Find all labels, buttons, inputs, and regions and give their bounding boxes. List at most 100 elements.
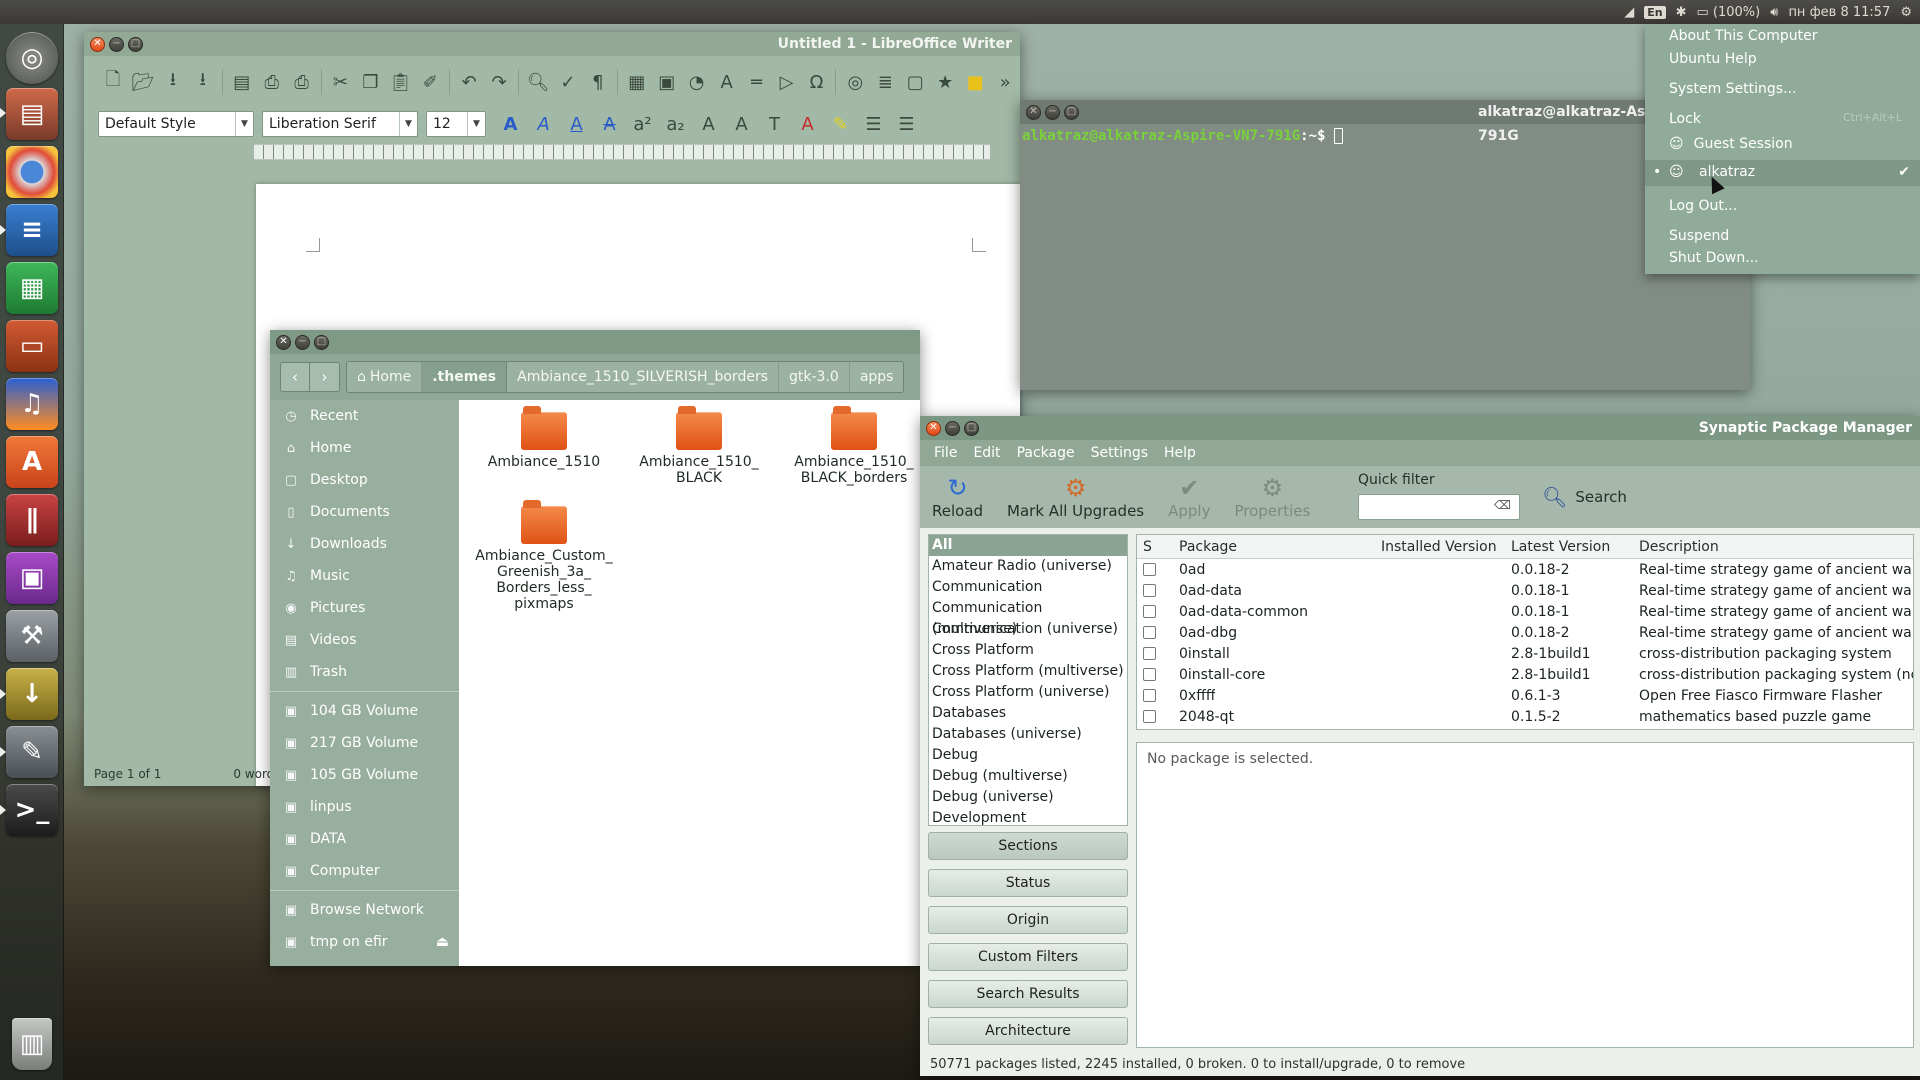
maximize-button[interactable]: □ — [1064, 104, 1079, 120]
mark-all-upgrades-button[interactable]: ⚙ Mark All Upgrades — [995, 466, 1156, 528]
package-checkbox[interactable] — [1143, 584, 1156, 597]
package-checkbox[interactable] — [1143, 563, 1156, 576]
insert-textbox-icon[interactable]: A — [712, 67, 742, 97]
menu-item-alkatraz[interactable]: • ☺ alkatraz ✔ — [1645, 160, 1920, 186]
table-row[interactable]: 2048-qt 0.1.5-2 mathematics based puzzle g… — [1137, 706, 1913, 727]
folder-item[interactable]: Ambiance_1510_ BLACK — [624, 406, 774, 486]
back-button[interactable]: ‹ — [280, 362, 310, 392]
section-item[interactable]: Cross Platform — [929, 640, 1127, 661]
quick-filter-input[interactable]: ⌫ — [1358, 494, 1520, 520]
archive-icon[interactable]: ↓ — [6, 668, 58, 720]
section-item[interactable]: Amateur Radio (universe) — [929, 556, 1127, 577]
menu-item-help[interactable]: Ubuntu Help — [1669, 51, 1757, 67]
save-icon[interactable]: ⭳ — [158, 67, 188, 97]
cut-icon[interactable]: ✂ — [325, 67, 355, 97]
mixer-icon[interactable]: ∥ — [6, 494, 58, 546]
insert-chart-icon[interactable]: ◔ — [682, 67, 712, 97]
italic-icon[interactable]: A — [527, 109, 560, 139]
sidebar-item-data[interactable]: ▣ DATA — [270, 823, 459, 855]
print-icon[interactable]: ⎙ — [257, 67, 287, 97]
section-item[interactable]: All — [929, 535, 1127, 556]
column-latest-version[interactable]: Latest Version — [1511, 539, 1610, 555]
chevron-down-icon[interactable]: ▼ — [467, 112, 485, 136]
system-tools-icon[interactable]: ⚒ — [6, 610, 58, 662]
close-button[interactable]: ✕ — [276, 334, 291, 350]
filter-sections-button[interactable]: Sections — [928, 832, 1128, 860]
table-row[interactable]: 0ad-data 0.0.18-1 Real-time strategy game … — [1137, 580, 1913, 601]
filter-custom-button[interactable]: Custom Filters — [928, 943, 1128, 971]
chevron-down-icon[interactable]: ▼ — [235, 112, 253, 136]
table-row[interactable]: 0ad-data-common 0.0.18-1 Real-time strateg… — [1137, 601, 1913, 622]
terminal-icon[interactable]: >_ — [6, 784, 58, 836]
paragraph-style-combo[interactable]: Default Style ▼ — [98, 111, 254, 137]
column-status[interactable]: S — [1143, 539, 1152, 555]
breadcrumb-themes[interactable]: .themes — [422, 362, 508, 392]
undo-icon[interactable]: ↶ — [454, 67, 484, 97]
text-editor-icon[interactable]: ✎ — [6, 726, 58, 778]
chevron-down-icon[interactable]: ▼ — [399, 112, 417, 136]
table-row[interactable]: 0install 2.8-1build1 cross-distribution pa… — [1137, 643, 1913, 664]
minimize-button[interactable]: − — [295, 334, 310, 350]
insert-image-icon[interactable]: ▣ — [652, 67, 682, 97]
maximize-button[interactable]: □ — [128, 36, 143, 52]
keyboard-layout-indicator[interactable]: En — [1644, 5, 1666, 19]
impress-icon[interactable]: ▭ — [6, 320, 58, 372]
sidebar-item-pictures[interactable]: ◉ Pictures — [270, 592, 459, 624]
open-icon[interactable]: 📂︎ — [128, 67, 158, 97]
insert-table-icon[interactable]: ▦ — [622, 67, 652, 97]
find-replace-icon[interactable]: 🔍︎ — [523, 67, 553, 97]
menu-item-about[interactable]: About This Computer — [1669, 28, 1818, 44]
writer-titlebar[interactable]: ✕ − □ Untitled 1 - LibreOffice Writer — [84, 32, 1020, 56]
package-checkbox[interactable] — [1143, 668, 1156, 681]
terminal-titlebar[interactable]: ✕ − □ alkatraz@alkatraz-Aspire-VN7-791G — [1020, 100, 1750, 144]
volume-icon[interactable]: 🔊︎ — [1770, 5, 1778, 20]
new-document-icon[interactable]: 🗋︎ — [98, 67, 128, 97]
print-preview-icon[interactable]: ⎙ — [287, 67, 317, 97]
insert-field-icon[interactable]: ▷ — [772, 67, 802, 97]
synaptic-titlebar[interactable]: ✕ − □ Synaptic Package Manager — [920, 416, 1920, 440]
folder-item[interactable]: Ambiance_Custom_ Greenish_3a_ Borders_le… — [469, 500, 619, 612]
dash-home-icon[interactable]: ◎ — [6, 32, 58, 84]
forward-button[interactable]: › — [310, 362, 340, 392]
files-titlebar[interactable]: ✕ − □ — [270, 330, 920, 354]
bullets-icon[interactable]: ☰ — [857, 109, 890, 139]
menu-edit[interactable]: Edit — [967, 445, 1006, 461]
breadcrumb-gtk[interactable]: gtk-3.0 — [779, 362, 850, 392]
close-button[interactable]: ✕ — [1026, 104, 1041, 120]
wifi-icon[interactable]: ◢ — [1624, 5, 1634, 20]
font-name-combo[interactable]: Liberation Serif ▼ — [262, 111, 418, 137]
software-center-icon[interactable]: A — [6, 436, 58, 488]
sidebar-item-downloads[interactable]: ↓ Downloads — [270, 528, 459, 560]
paste-icon[interactable]: 📋︎ — [385, 67, 415, 97]
sidebar-item-desktop[interactable]: ▢ Desktop — [270, 464, 459, 496]
section-item[interactable]: Debug — [929, 745, 1127, 766]
filter-search-results-button[interactable]: Search Results — [928, 980, 1128, 1008]
special-character-icon[interactable]: Ω — [802, 67, 832, 97]
sidebar-item-network[interactable]: ▣ Browse Network — [270, 894, 459, 926]
close-button[interactable]: ✕ — [90, 36, 105, 52]
section-item[interactable]: Communication — [929, 577, 1127, 598]
menu-help[interactable]: Help — [1158, 445, 1202, 461]
sidebar-item-linpus[interactable]: ▣ linpus — [270, 791, 459, 823]
more-tools-icon[interactable]: » — [990, 67, 1020, 97]
filter-status-button[interactable]: Status — [928, 869, 1128, 897]
package-checkbox[interactable] — [1143, 605, 1156, 618]
shrink-font-icon[interactable]: A — [725, 109, 758, 139]
breadcrumb-apps[interactable]: apps — [850, 362, 904, 392]
clear-formatting-icon[interactable]: T — [758, 109, 791, 139]
calc-icon[interactable]: ▦ — [6, 262, 58, 314]
folder-item[interactable]: Ambiance_1510_ BLACK_borders — [779, 406, 929, 486]
eject-icon[interactable]: ⏏ — [436, 934, 449, 950]
grow-font-icon[interactable]: A — [692, 109, 725, 139]
minimize-button[interactable]: − — [945, 420, 960, 436]
minimize-button[interactable]: − — [1045, 104, 1060, 120]
filter-architecture-button[interactable]: Architecture — [928, 1017, 1128, 1045]
subscript-icon[interactable]: a₂ — [659, 109, 692, 139]
sidebar-item-recent[interactable]: ◷ Recent — [270, 400, 459, 432]
sidebar-item-documents[interactable]: ▯ Documents — [270, 496, 459, 528]
section-item[interactable]: Cross Platform (multiverse) — [929, 661, 1127, 682]
maximize-button[interactable]: □ — [964, 420, 979, 436]
table-row[interactable]: 0install-core 2.8-1build1 cross-distributi… — [1137, 664, 1913, 685]
section-item[interactable]: Databases — [929, 703, 1127, 724]
spellcheck-icon[interactable]: ✓ — [553, 67, 583, 97]
